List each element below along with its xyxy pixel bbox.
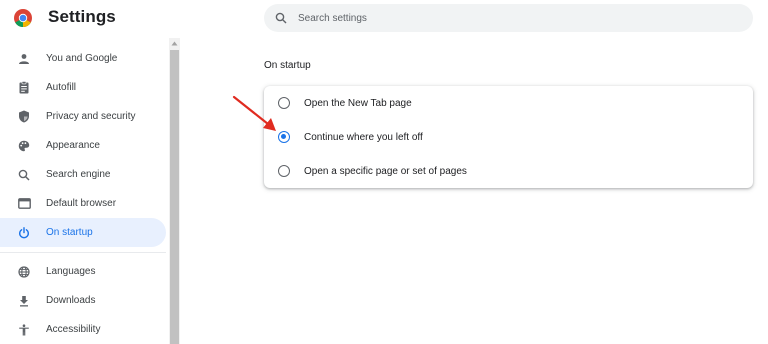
header: Settings [0, 0, 768, 38]
option-label: Open a specific page or set of pages [304, 165, 467, 177]
option-new-tab-page[interactable]: Open the New Tab page [264, 86, 753, 120]
sidebar-item-label: Search engine [46, 169, 111, 180]
search-input[interactable] [298, 12, 718, 24]
search-bar[interactable] [264, 4, 753, 32]
sidebar-item-you-and-google[interactable]: You and Google [0, 44, 166, 73]
sidebar-item-label: Accessibility [46, 324, 101, 335]
sidebar-item-downloads[interactable]: Downloads [0, 286, 166, 315]
sidebar-item-label: Default browser [46, 198, 117, 209]
shield-icon [17, 110, 31, 124]
sidebar-item-default-browser[interactable]: Default browser [0, 189, 166, 218]
section-title: On startup [264, 60, 311, 71]
globe-icon [17, 265, 31, 279]
sidebar-item-label: Autofill [46, 82, 77, 93]
sidebar-item-languages[interactable]: Languages [0, 257, 166, 286]
sidebar-item-label: You and Google [46, 53, 118, 64]
radio-button[interactable] [278, 97, 290, 109]
sidebar-item-label: Appearance [46, 140, 100, 151]
scroll-up-arrow-icon[interactable] [169, 38, 180, 49]
sidebar-item-on-startup[interactable]: On startup [0, 218, 166, 247]
option-label: Open the New Tab page [304, 97, 412, 109]
search-icon [17, 168, 31, 182]
sidebar: You and Google Autofill Privacy and secu… [0, 44, 168, 344]
scroll-thumb[interactable] [170, 50, 179, 344]
sidebar-item-label: Downloads [46, 295, 96, 306]
sidebar-scrollbar[interactable] [169, 38, 180, 344]
search-icon [275, 12, 287, 24]
power-icon [17, 226, 31, 240]
palette-icon [17, 139, 31, 153]
option-label: Continue where you left off [304, 131, 423, 143]
sidebar-divider [0, 252, 166, 253]
sidebar-item-label: Privacy and security [46, 111, 136, 122]
accessibility-icon [17, 323, 31, 337]
download-icon [17, 294, 31, 308]
radio-button[interactable] [278, 165, 290, 177]
sidebar-item-privacy-and-security[interactable]: Privacy and security [0, 102, 166, 131]
person-icon [17, 52, 31, 66]
sidebar-item-autofill[interactable]: Autofill [0, 73, 166, 102]
chrome-logo-icon [14, 9, 32, 27]
sidebar-item-accessibility[interactable]: Accessibility [0, 315, 166, 344]
app-title: Settings [48, 7, 116, 26]
browser-icon [17, 197, 31, 211]
sidebar-item-search-engine[interactable]: Search engine [0, 160, 166, 189]
startup-options-card: Open the New Tab page Continue where you… [264, 86, 753, 188]
clipboard-icon [17, 81, 31, 95]
option-continue-where-left-off[interactable]: Continue where you left off [264, 120, 753, 154]
sidebar-item-appearance[interactable]: Appearance [0, 131, 166, 160]
option-specific-pages[interactable]: Open a specific page or set of pages [264, 154, 753, 188]
radio-button-selected[interactable] [278, 131, 290, 143]
sidebar-item-label: On startup [46, 227, 93, 238]
sidebar-item-label: Languages [46, 266, 96, 277]
